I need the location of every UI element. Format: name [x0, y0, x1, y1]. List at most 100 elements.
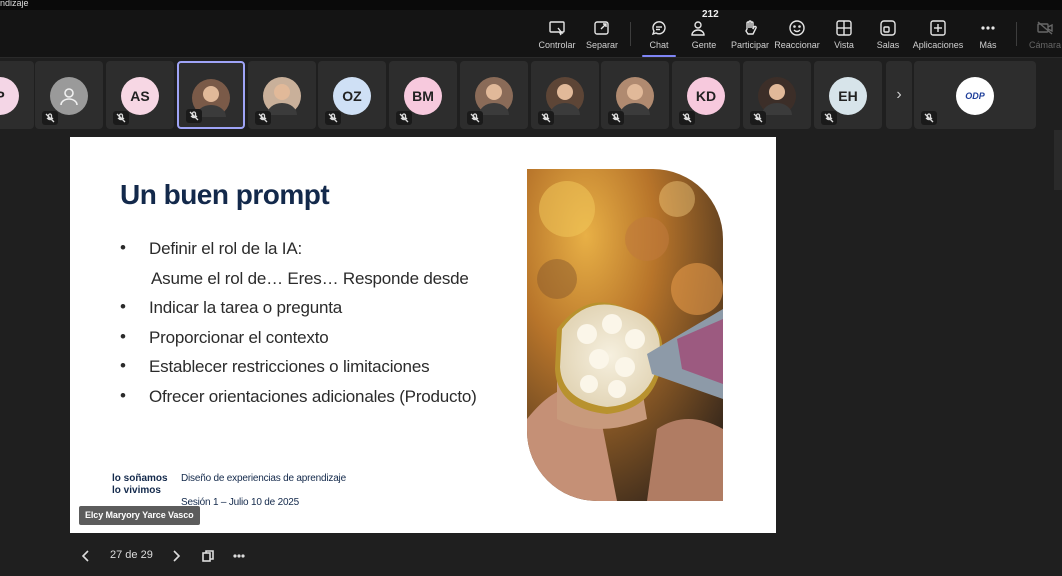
- avatar-initials: OZ: [333, 77, 371, 115]
- more-label: Más: [979, 39, 997, 50]
- more-icon: [981, 25, 995, 30]
- mic-muted-icon: [396, 111, 412, 125]
- rooms-label: Salas: [876, 39, 900, 50]
- popout-label: Separar: [585, 39, 619, 50]
- mic-muted-icon: [325, 111, 341, 125]
- slide-brand: lo soñamos lo vivimos: [112, 473, 168, 497]
- person-icon: [50, 77, 88, 115]
- mic-muted-icon: [255, 111, 271, 125]
- avatar-photo: [616, 77, 654, 115]
- mic-muted-icon: [467, 111, 483, 125]
- shared-slide: Un buen prompt Definir el rol de la IA:A…: [70, 137, 776, 533]
- raise-hand-icon: [745, 19, 757, 35]
- slide-bullet: Ofrecer orientaciones adicionales (Produ…: [120, 386, 540, 417]
- control-icon: [549, 20, 565, 35]
- toolbar-divider: [1016, 22, 1017, 46]
- previous-slide-button[interactable]: [75, 545, 97, 567]
- mic-muted-icon: [921, 111, 937, 125]
- participant-tile[interactable]: BM: [389, 61, 457, 129]
- avatar-initials: BM: [404, 77, 442, 115]
- slide-bullet: Asume el rol de… Eres… Responde desde: [151, 268, 469, 288]
- slide-course: Diseño de experiencias de aprendizaje: [181, 473, 346, 484]
- participant-tile[interactable]: [601, 61, 669, 129]
- react-label: Reaccionar: [774, 39, 820, 50]
- chevron-left-icon: [81, 550, 89, 562]
- slide-controls: 27 de 29: [70, 541, 370, 569]
- mic-muted-icon: [679, 111, 695, 125]
- avatar-logo: ODP: [956, 77, 994, 115]
- slide-more-options-button[interactable]: [228, 545, 250, 567]
- camera-button[interactable]: Cámara: [1028, 10, 1062, 58]
- participant-tile[interactable]: [460, 61, 528, 129]
- presenter-name-tag: Elcy Maryory Yarce Vasco: [79, 506, 200, 525]
- participant-tile[interactable]: ODP: [914, 61, 1036, 129]
- raise-hand-label: Participar: [730, 39, 769, 50]
- add-app-icon: [930, 19, 946, 36]
- camera-off-icon: [1037, 20, 1053, 35]
- people-icon: [691, 20, 705, 36]
- control-label: Controlar: [538, 39, 576, 50]
- participant-tile[interactable]: [743, 61, 811, 129]
- participant-tile[interactable]: OZ: [318, 61, 386, 129]
- toolbar-divider: [630, 22, 631, 46]
- control-button[interactable]: Controlar: [538, 10, 576, 58]
- slide-page-counter: 27 de 29: [110, 549, 153, 561]
- chevron-right-icon: [173, 550, 181, 562]
- view-label: Vista: [834, 39, 854, 50]
- slides-grid-icon: [202, 550, 214, 562]
- participant-tile[interactable]: EH: [814, 61, 882, 129]
- more-icon: [233, 554, 245, 558]
- people-button[interactable]: 212 Gente: [686, 9, 722, 58]
- avatar-initials: P: [0, 77, 19, 115]
- popout-button[interactable]: Separar: [584, 10, 620, 58]
- slide-overview-button[interactable]: [197, 545, 219, 567]
- participant-tile[interactable]: [531, 61, 599, 129]
- mic-muted-icon: [186, 109, 202, 123]
- participant-tile[interactable]: AS: [106, 61, 174, 129]
- meeting-toolbar: Controlar Separar Chat 212 Gente Partici…: [0, 9, 1062, 58]
- next-slide-button[interactable]: [165, 545, 187, 567]
- chat-icon: [651, 20, 666, 35]
- side-panel-edge: [1054, 130, 1062, 190]
- participant-tile[interactable]: [177, 61, 245, 129]
- strip-next-button[interactable]: ›: [886, 61, 912, 129]
- participant-tile[interactable]: P: [0, 61, 34, 129]
- chat-label: Chat: [649, 39, 669, 50]
- react-button[interactable]: Reaccionar: [774, 10, 820, 58]
- slide-bullet: Definir el rol de la IA:: [120, 238, 540, 269]
- view-button[interactable]: Vista: [828, 10, 860, 58]
- smile-icon: [789, 19, 805, 36]
- slide-title: Un buen prompt: [120, 179, 330, 210]
- participant-tile[interactable]: [35, 61, 103, 129]
- participant-tile[interactable]: KD: [672, 61, 740, 129]
- brand-line-2: lo vivimos: [112, 485, 161, 496]
- avatar-initials: EH: [829, 77, 867, 115]
- apps-button[interactable]: Aplicaciones: [912, 10, 964, 58]
- avatar-photo: [263, 77, 301, 115]
- grid-view-icon: [836, 19, 852, 36]
- raise-hand-button[interactable]: Participar: [730, 10, 770, 58]
- avatar-photo: [758, 77, 796, 115]
- chat-button[interactable]: Chat: [641, 10, 677, 58]
- rooms-icon: [880, 19, 896, 36]
- apps-label: Aplicaciones: [912, 39, 964, 50]
- chevron-right-icon: ›: [896, 86, 902, 103]
- cupcake-photo: [527, 169, 723, 501]
- avatar-initials: AS: [121, 77, 159, 115]
- mic-muted-icon: [750, 111, 766, 125]
- more-button[interactable]: Más: [974, 10, 1002, 58]
- mic-muted-icon: [113, 111, 129, 125]
- rooms-button[interactable]: Salas: [872, 10, 904, 58]
- slide-bullet: Establecer restricciones o limitaciones: [120, 356, 540, 387]
- slide-bullet: Proporcionar el contexto: [120, 327, 540, 358]
- camera-label: Cámara: [1028, 39, 1061, 50]
- avatar-photo: [546, 77, 584, 115]
- mic-muted-icon: [608, 111, 624, 125]
- participant-tile[interactable]: [248, 61, 316, 129]
- popout-icon: [594, 20, 609, 35]
- brand-line-1: lo soñamos: [112, 473, 168, 484]
- mic-muted-icon: [42, 111, 58, 125]
- window-title-strip: ndizaje: [0, 0, 1062, 10]
- avatar-initials: KD: [687, 77, 725, 115]
- slide-bullet: Indicar la tarea o pregunta: [120, 297, 540, 328]
